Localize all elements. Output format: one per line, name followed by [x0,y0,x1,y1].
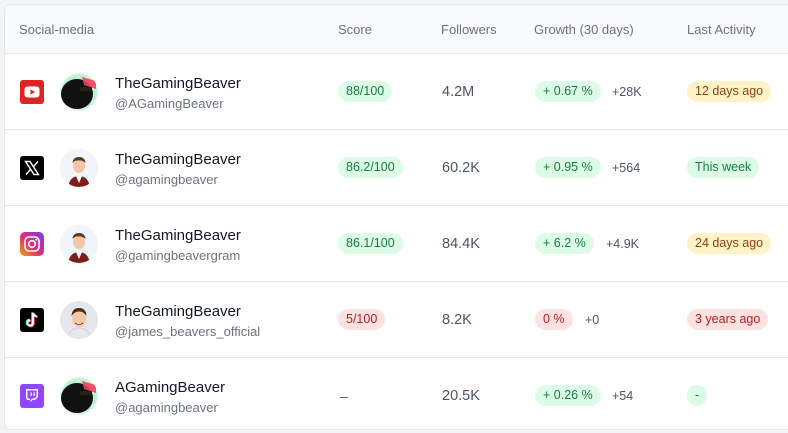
growth-badge: 0 % [535,309,573,330]
table-row[interactable]: TheGamingBeaver @AGamingBeaver 88/100 4.… [5,54,788,130]
followers-count: 8.2K [442,312,472,328]
last-activity-badge: 3 years ago [687,309,769,330]
growth-delta: +54 [612,389,634,403]
growth-delta: +4.9K [606,237,640,251]
score-badge: 88/100 [338,81,393,102]
table-header: Social-media Score Followers Growth (30 … [5,5,788,54]
growth-badge: + 0.95 % [535,157,601,178]
followers-count: 4.2M [442,84,475,100]
twitch-icon [20,384,44,408]
account-handle: @gamingbeavergram [115,248,241,263]
account-name[interactable]: TheGamingBeaver [115,227,241,244]
growth-delta: +0 [585,313,600,327]
account-name[interactable]: TheGamingBeaver [115,303,241,320]
table-row[interactable]: TheGamingBeaver @gamingbeavergram 86.1/1… [5,206,788,282]
table-row[interactable]: TheGamingBeaver @james_beavers_official … [5,282,788,358]
growth-badge: + 6.2 % [535,233,594,254]
last-activity-badge: - [687,385,708,406]
avatar [60,301,98,339]
last-activity-badge: This week [687,157,760,178]
table-row[interactable]: TheGamingBeaver @agamingbeaver 86.2/100 … [5,130,788,206]
growth-delta: +564 [612,161,641,175]
last-activity-badge: 12 days ago [687,81,772,102]
column-header-score[interactable]: Score [338,22,372,37]
column-header-social-media[interactable]: Social-media [19,22,94,37]
growth-delta: +28K [612,85,642,99]
column-header-last-activity[interactable]: Last Activity [687,22,756,37]
score-badge: 86.2/100 [338,157,403,178]
account-handle: @AGamingBeaver [115,96,224,111]
account-name[interactable]: AGamingBeaver [115,379,225,396]
table-row[interactable]: AGamingBeaver @agamingbeaver – 20.5K + 0… [5,358,788,429]
followers-count: 60.2K [442,160,480,176]
avatar [60,377,98,415]
column-header-growth[interactable]: Growth (30 days) [534,22,634,37]
avatar [60,225,98,263]
avatar [60,73,98,111]
last-activity-badge: 24 days ago [687,233,772,254]
avatar [60,149,98,187]
tiktok-icon [20,308,44,332]
followers-count: 84.4K [442,236,480,252]
score-badge: 5/100 [338,309,386,330]
followers-count: 20.5K [442,388,480,404]
column-header-followers[interactable]: Followers [441,22,497,37]
account-handle: @james_beavers_official [115,324,261,339]
score-badge: 86.1/100 [338,233,403,254]
instagram-icon [20,232,44,256]
x-icon [20,156,44,180]
account-name[interactable]: TheGamingBeaver [115,151,241,168]
youtube-icon [20,80,44,104]
account-name[interactable]: TheGamingBeaver [115,75,241,92]
social-media-table: Social-media Score Followers Growth (30 … [4,4,788,430]
growth-badge: + 0.26 % [535,385,601,406]
account-handle: @agamingbeaver [115,400,218,415]
growth-badge: + 0.67 % [535,81,601,102]
account-handle: @agamingbeaver [115,172,218,187]
score-empty: – [340,388,348,404]
